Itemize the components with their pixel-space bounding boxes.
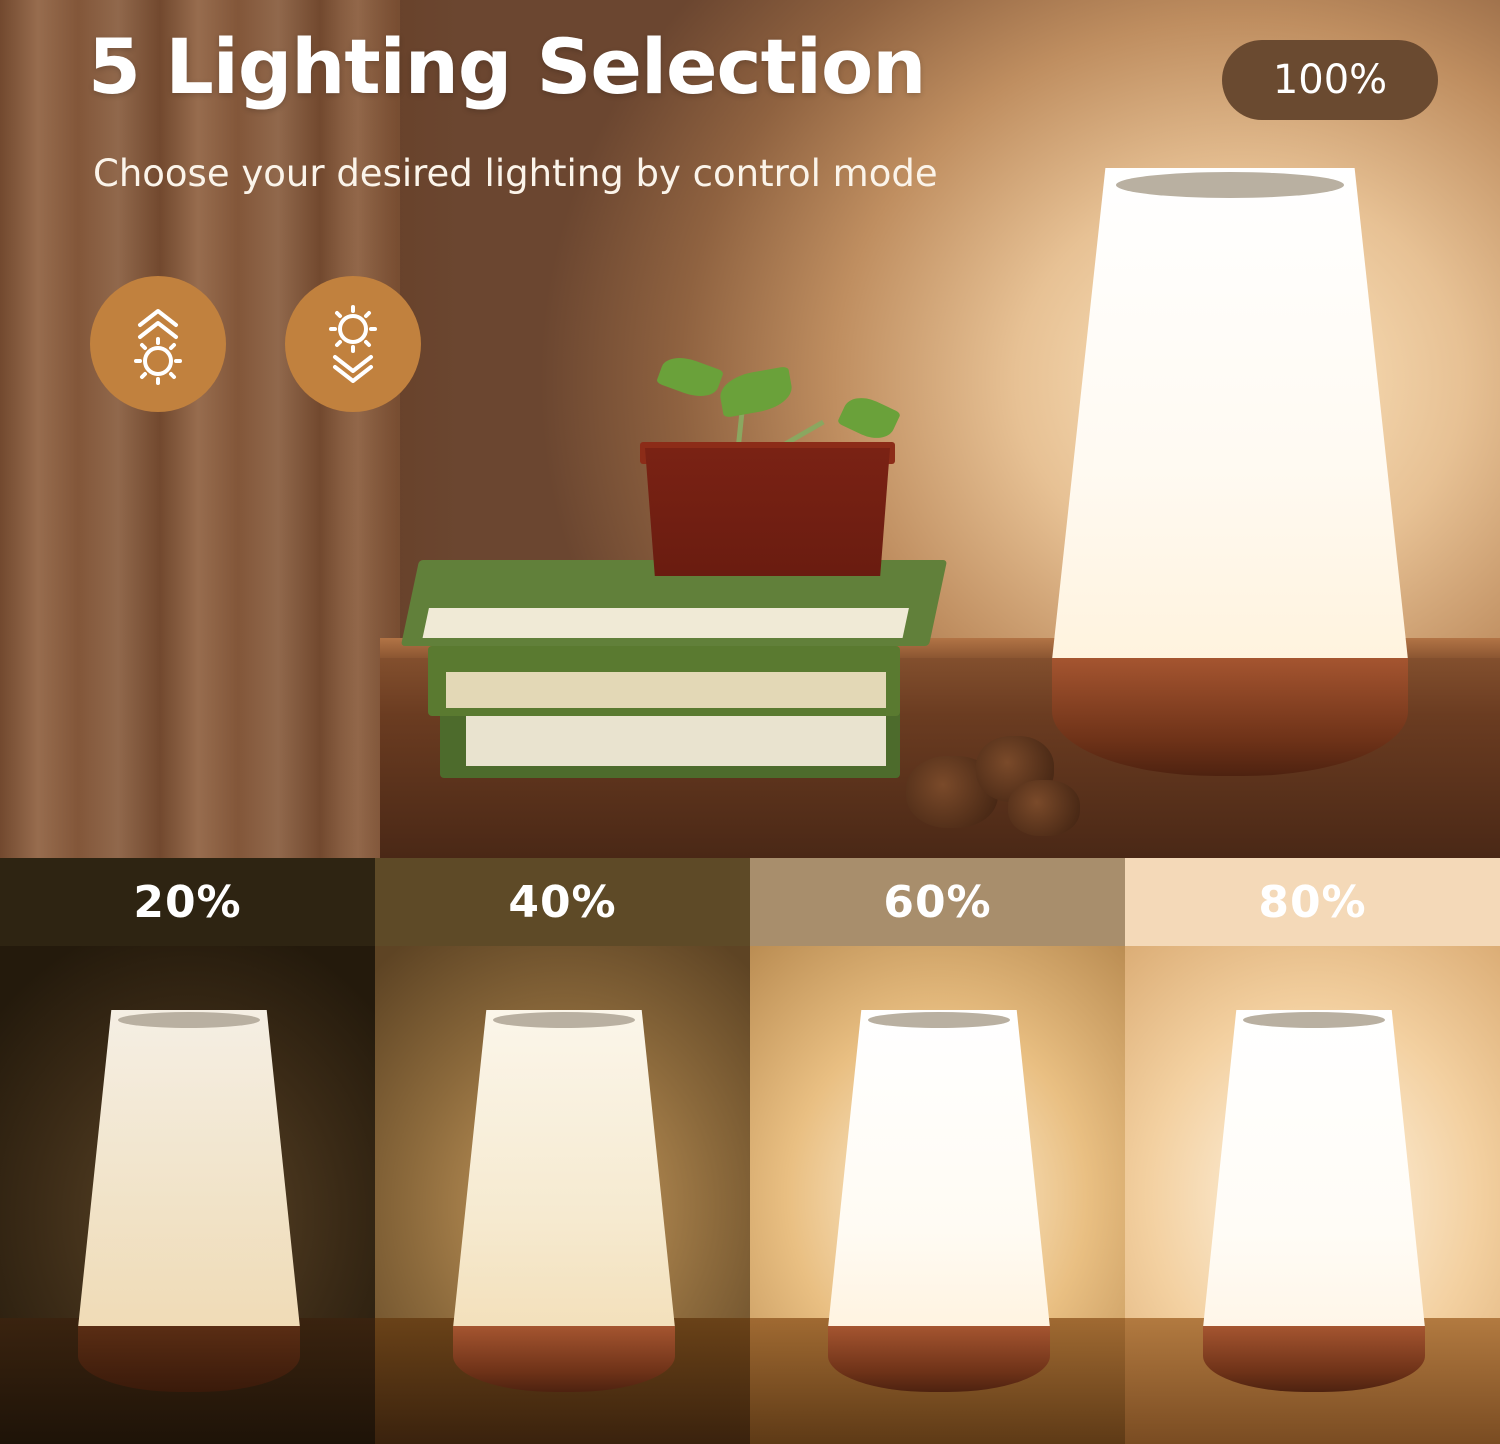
brightness-badge: 100%	[1222, 40, 1438, 120]
lamp-wood-base	[828, 1326, 1050, 1392]
plant-pot	[645, 448, 890, 576]
lamp-shade	[453, 1010, 675, 1328]
brightness-up-button[interactable]	[90, 276, 226, 412]
lamp-60-percent	[828, 1010, 1050, 1400]
page-subtitle: Choose your desired lighting by control …	[93, 152, 938, 195]
plant-leaf	[655, 350, 725, 404]
brightness-down-button[interactable]	[285, 276, 421, 412]
level-label-bar: 60%	[750, 858, 1125, 946]
lamp-wood-base	[1203, 1326, 1425, 1392]
lamp-shade	[828, 1010, 1050, 1328]
plant-leaf	[717, 366, 795, 418]
plant-leaf	[836, 390, 902, 446]
lamp-top-rim	[117, 1012, 261, 1028]
level-label-bar: 80%	[1125, 858, 1500, 946]
lamp-shade	[1203, 1010, 1425, 1328]
level-label-bar: 20%	[0, 858, 375, 946]
level-label: 40%	[508, 876, 617, 928]
brightness-badge-label: 100%	[1272, 57, 1388, 103]
level-label: 80%	[1258, 876, 1367, 928]
level-label: 20%	[133, 876, 242, 928]
lamp-top-rim	[492, 1012, 636, 1028]
book-bottom	[440, 706, 900, 778]
book-middle	[428, 646, 900, 716]
lamp-shade	[1052, 168, 1408, 660]
level-panel-40: 40%	[375, 858, 750, 1444]
product-infographic: 5 Lighting Selection Choose your desired…	[0, 0, 1500, 1444]
lamp-top-rim	[867, 1012, 1011, 1028]
lamp-wood-base	[1052, 658, 1408, 776]
level-label: 60%	[883, 876, 992, 928]
level-panel-60: 60%	[750, 858, 1125, 1444]
lamp-shade	[78, 1010, 300, 1328]
level-label-bar: 40%	[375, 858, 750, 946]
lamp-20-percent	[78, 1010, 300, 1400]
page-title: 5 Lighting Selection	[88, 22, 926, 111]
lamp-wood-base	[453, 1326, 675, 1392]
level-panel-80: 80%	[1125, 858, 1500, 1444]
lamp-80-percent	[1203, 1010, 1425, 1400]
brightness-down-icon	[329, 305, 377, 383]
curtain	[0, 0, 460, 858]
pine-cone	[1008, 780, 1080, 836]
level-panel-20: 20%	[0, 858, 375, 1444]
brightness-up-icon	[134, 309, 182, 385]
lamp-40-percent	[453, 1010, 675, 1400]
lamp-100-percent	[1052, 168, 1408, 780]
lamp-wood-base	[78, 1326, 300, 1392]
lamp-top-rim	[1116, 172, 1344, 198]
lamp-top-rim	[1242, 1012, 1386, 1028]
hero-scene: 5 Lighting Selection Choose your desired…	[0, 0, 1500, 858]
